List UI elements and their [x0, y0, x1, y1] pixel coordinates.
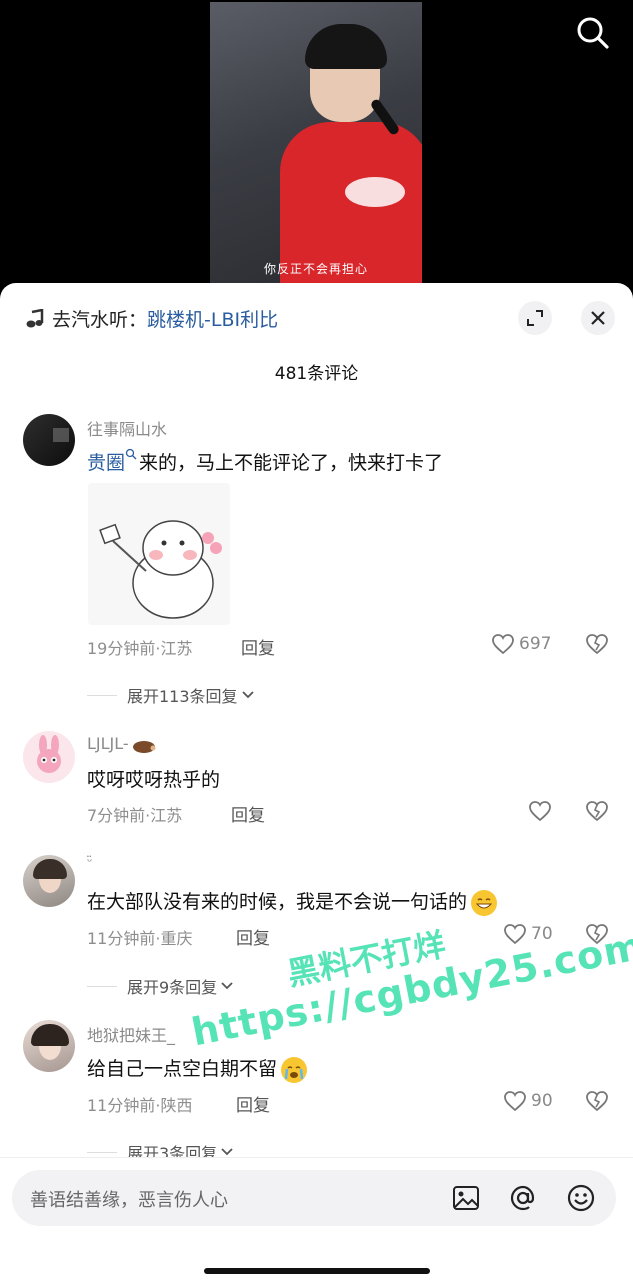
music-note-icon [26, 308, 44, 327]
expand-button[interactable] [518, 301, 552, 335]
expand-replies-button[interactable]: 展开113条回复 [87, 683, 255, 707]
heart-icon [529, 801, 551, 822]
divider-line [87, 985, 117, 987]
comment-username[interactable]: 往事隔山水 [87, 416, 167, 440]
emoji-icon[interactable] [565, 1182, 597, 1214]
avatar[interactable] [23, 731, 75, 783]
expand-replies-button[interactable]: 展开9条回复 [87, 974, 234, 998]
like-button[interactable]: 70 [503, 923, 553, 945]
broken-heart-icon [586, 924, 608, 945]
like-count: 697 [519, 634, 552, 654]
dislike-button[interactable] [585, 923, 609, 947]
comment-time-location: 19分钟前·江苏 [87, 639, 193, 658]
avatar[interactable] [23, 414, 75, 466]
chevron-down-icon [241, 691, 254, 699]
broken-heart-icon [586, 634, 608, 655]
home-indicator [204, 1268, 430, 1274]
music-song-title[interactable]: 跳楼机-LBI利比 [147, 305, 278, 332]
like-count: 70 [531, 924, 553, 944]
comment-username[interactable]: ᵕ̈ [87, 855, 92, 870]
comment-time-location: 11分钟前·重庆 [87, 929, 193, 948]
close-icon [591, 311, 605, 325]
comment-time-location: 11分钟前·陕西 [87, 1096, 193, 1115]
like-button[interactable]: 697 [491, 633, 551, 655]
comment-sticker-image[interactable] [88, 483, 230, 625]
music-prefix: 去汽水听： [52, 309, 148, 331]
grin-emoji-icon [471, 889, 498, 916]
comment-hashtag-link[interactable]: 贵圈 [87, 452, 125, 474]
heart-icon [492, 634, 514, 655]
comments-sheet: 去汽水听： 跳楼机-LBI利比 481条评论 往事隔山水 贵圈 来的，马上不能评论… [0, 283, 633, 1280]
reply-button[interactable]: 回复 [231, 801, 265, 826]
avatar[interactable] [23, 1020, 75, 1072]
comment-username[interactable]: 地狱把妹王_ [87, 1022, 175, 1046]
expand-icon [527, 310, 543, 326]
like-count: 90 [531, 1091, 553, 1111]
divider-line [87, 1151, 117, 1153]
shirt-logo [345, 177, 405, 207]
avatar[interactable] [23, 855, 75, 907]
chevron-down-icon [221, 1148, 233, 1156]
performer-hair [305, 24, 387, 69]
broken-heart-icon [586, 801, 608, 822]
comment-text-body: 来的，马上不能评论了，快来打卡了 [139, 452, 444, 474]
comment-username[interactable]: LJLJL- [87, 734, 157, 753]
comment-username-text: LJLJL- [87, 734, 129, 753]
heart-icon [504, 924, 526, 945]
expand-replies-label: 展开113条回复 [127, 687, 238, 706]
divider-line [87, 694, 117, 696]
dislike-button[interactable] [585, 1090, 609, 1114]
comment-time-location: 7分钟前·江苏 [87, 806, 183, 825]
crying-emoji-icon [281, 1056, 308, 1083]
dislike-button[interactable] [585, 633, 609, 657]
dislike-button[interactable] [585, 800, 609, 824]
music-link[interactable]: 去汽水听： 跳楼机-LBI利比 [26, 305, 278, 332]
hedgehog-icon [132, 740, 156, 753]
broken-heart-icon [586, 1091, 608, 1112]
comment-text: 给自己一点空白期不留 [87, 1054, 308, 1083]
comment-text: 哎呀哎呀热乎的 [87, 769, 221, 791]
search-icon [125, 448, 137, 460]
comment-text-body: 给自己一点空白期不留 [87, 1058, 278, 1080]
image-icon[interactable] [450, 1182, 482, 1214]
like-button[interactable]: 90 [503, 1090, 553, 1112]
comment-text: 在大部队没有来的时候，我是不会说一句话的 [87, 887, 498, 916]
comment-text: 贵圈 来的，马上不能评论了，快来打卡了 [87, 448, 443, 475]
video-subtitle: 你反正不会再担心 [263, 262, 368, 276]
reply-button[interactable]: 回复 [241, 634, 275, 659]
comment-input-placeholder[interactable]: 善语结善缘，恶言伤人心 [30, 1186, 228, 1212]
reply-button[interactable]: 回复 [236, 1091, 270, 1116]
at-icon[interactable] [507, 1182, 539, 1214]
reply-button[interactable]: 回复 [236, 924, 270, 949]
video-player[interactable]: 你反正不会再担心 [0, 0, 633, 290]
comment-input-bar[interactable]: 善语结善缘，恶言伤人心 [12, 1170, 616, 1226]
comment-text-body: 在大部队没有来的时候，我是不会说一句话的 [87, 891, 468, 913]
chevron-down-icon [221, 982, 233, 990]
video-frame: 你反正不会再担心 [210, 2, 422, 284]
heart-icon [504, 1091, 526, 1112]
expand-replies-label: 展开9条回复 [127, 978, 218, 997]
like-button[interactable] [528, 800, 552, 822]
search-icon[interactable] [574, 14, 612, 52]
comments-count-title: 481条评论 [274, 364, 359, 384]
close-button[interactable] [581, 301, 615, 335]
